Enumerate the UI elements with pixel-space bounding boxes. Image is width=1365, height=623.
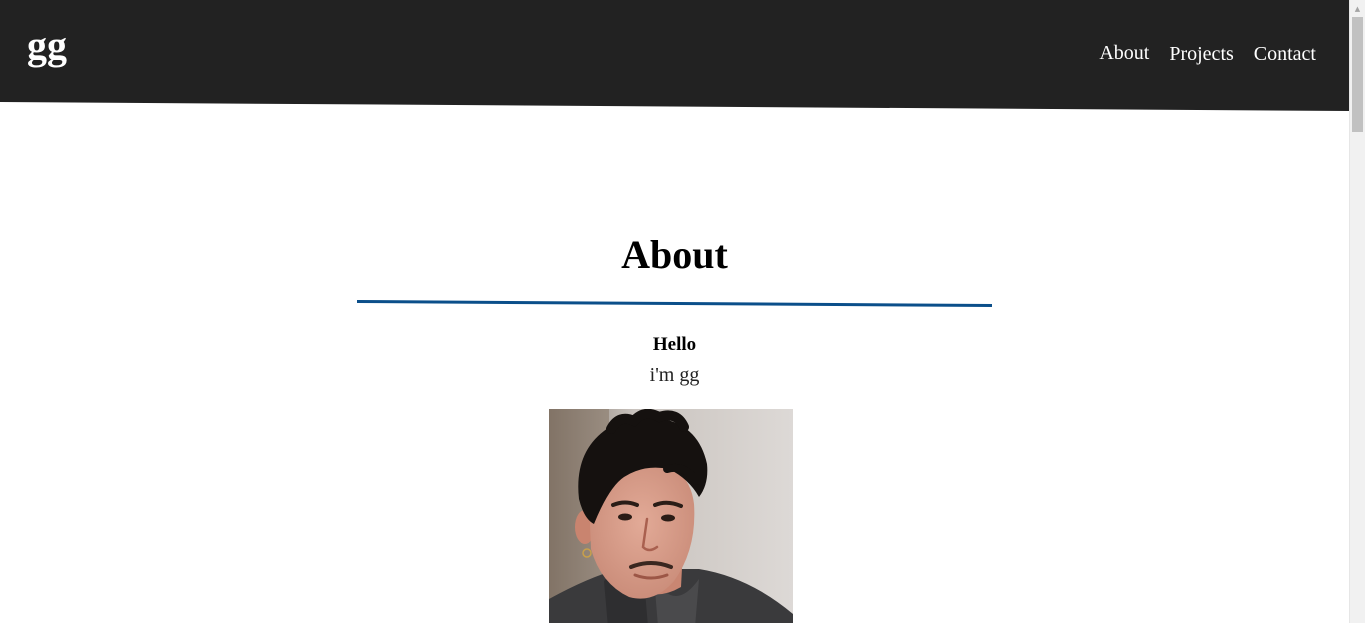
site-header: gg About Projects Contact — [0, 0, 1349, 111]
page: gg About Projects Contact About Hello i'… — [0, 0, 1349, 623]
nav-link-contact[interactable]: Contact — [1254, 41, 1316, 67]
profile-photo-illustration — [549, 409, 793, 623]
nav-link-about[interactable]: About — [1099, 40, 1149, 66]
main-nav: About Projects Contact — [1099, 40, 1316, 66]
intro-text: i'm gg — [649, 364, 700, 386]
section-divider — [356, 300, 992, 307]
profile-photo — [549, 409, 793, 623]
greeting-text: Hello — [652, 334, 697, 355]
arrow-up-icon[interactable]: ▲ — [1350, 1, 1365, 16]
nav-link-projects[interactable]: Projects — [1169, 41, 1233, 67]
about-heading: About — [621, 232, 728, 277]
scrollbar-thumb[interactable] — [1352, 17, 1363, 132]
site-logo[interactable]: gg — [27, 22, 67, 70]
browser-viewport: gg About Projects Contact About Hello i'… — [0, 0, 1365, 623]
vertical-scrollbar[interactable]: ▲ — [1349, 0, 1365, 623]
